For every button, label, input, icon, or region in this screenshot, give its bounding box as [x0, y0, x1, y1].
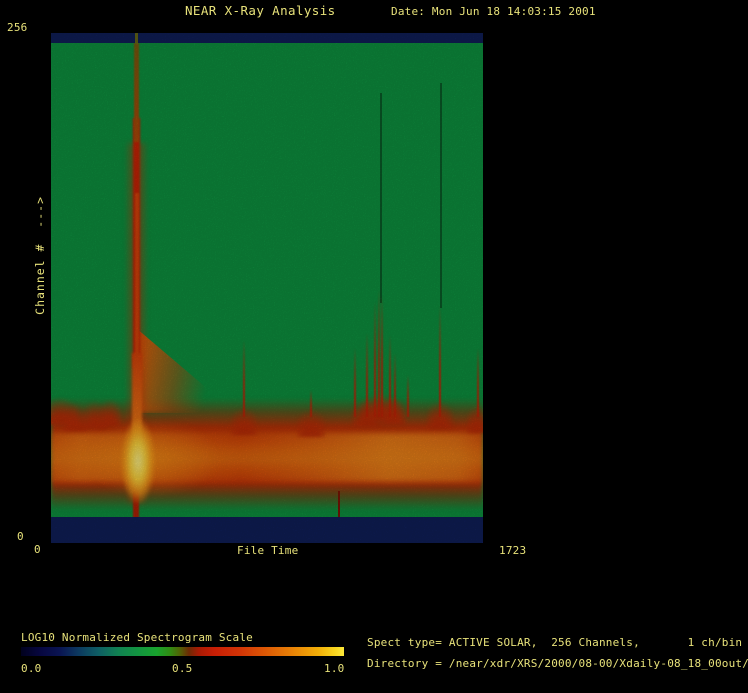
spike	[354, 348, 357, 417]
flare-upper	[134, 42, 139, 142]
spike	[394, 353, 397, 417]
date-label: Date: Mon Jun 18 14:03:15 2001	[391, 5, 596, 18]
page-title: NEAR X-Ray Analysis	[185, 4, 336, 17]
spike	[310, 390, 313, 417]
dark-line	[380, 93, 382, 303]
y-axis-label: Channel # --->	[33, 196, 47, 315]
colorbar-tick-05: 0.5	[172, 662, 192, 675]
spectrogram-region	[51, 33, 483, 543]
spike	[381, 295, 384, 417]
dark-red-line	[338, 491, 340, 518]
flare-blob	[115, 405, 161, 517]
spike	[366, 333, 369, 417]
directory-info: Directory = /near/xdr/XRS/2000/08-00/Xda…	[367, 657, 748, 670]
spike	[439, 305, 442, 417]
band-bump	[467, 393, 483, 433]
colorbar-tick-0: 0.0	[21, 662, 41, 675]
y-axis-min-tick: 0	[17, 530, 24, 543]
x-axis-max-tick: 1723	[499, 544, 526, 557]
spike	[477, 348, 480, 417]
spect-type-info: Spect type= ACTIVE SOLAR, 256 Channels, …	[367, 636, 742, 649]
near-xray-analysis-window: NEAR X-Ray Analysis Date: Mon Jun 18 14:…	[0, 0, 748, 693]
dark-line	[440, 83, 442, 308]
spike	[389, 335, 392, 417]
flare-cross	[135, 33, 138, 44]
navy-bottom-band	[51, 517, 483, 543]
spike	[407, 375, 410, 417]
colorbar-gradient	[21, 647, 344, 656]
colorbar-tick-1: 1.0	[324, 662, 344, 675]
spike	[374, 301, 377, 417]
x-axis-label: File Time	[237, 544, 298, 557]
colorbar-label: LOG10 Normalized Spectrogram Scale	[21, 631, 253, 644]
flare-hot	[135, 193, 139, 371]
x-axis-min-tick: 0	[34, 543, 41, 556]
flare-fan	[136, 328, 236, 413]
y-axis-max-tick: 256	[7, 21, 27, 34]
navy-top-band	[51, 33, 483, 43]
